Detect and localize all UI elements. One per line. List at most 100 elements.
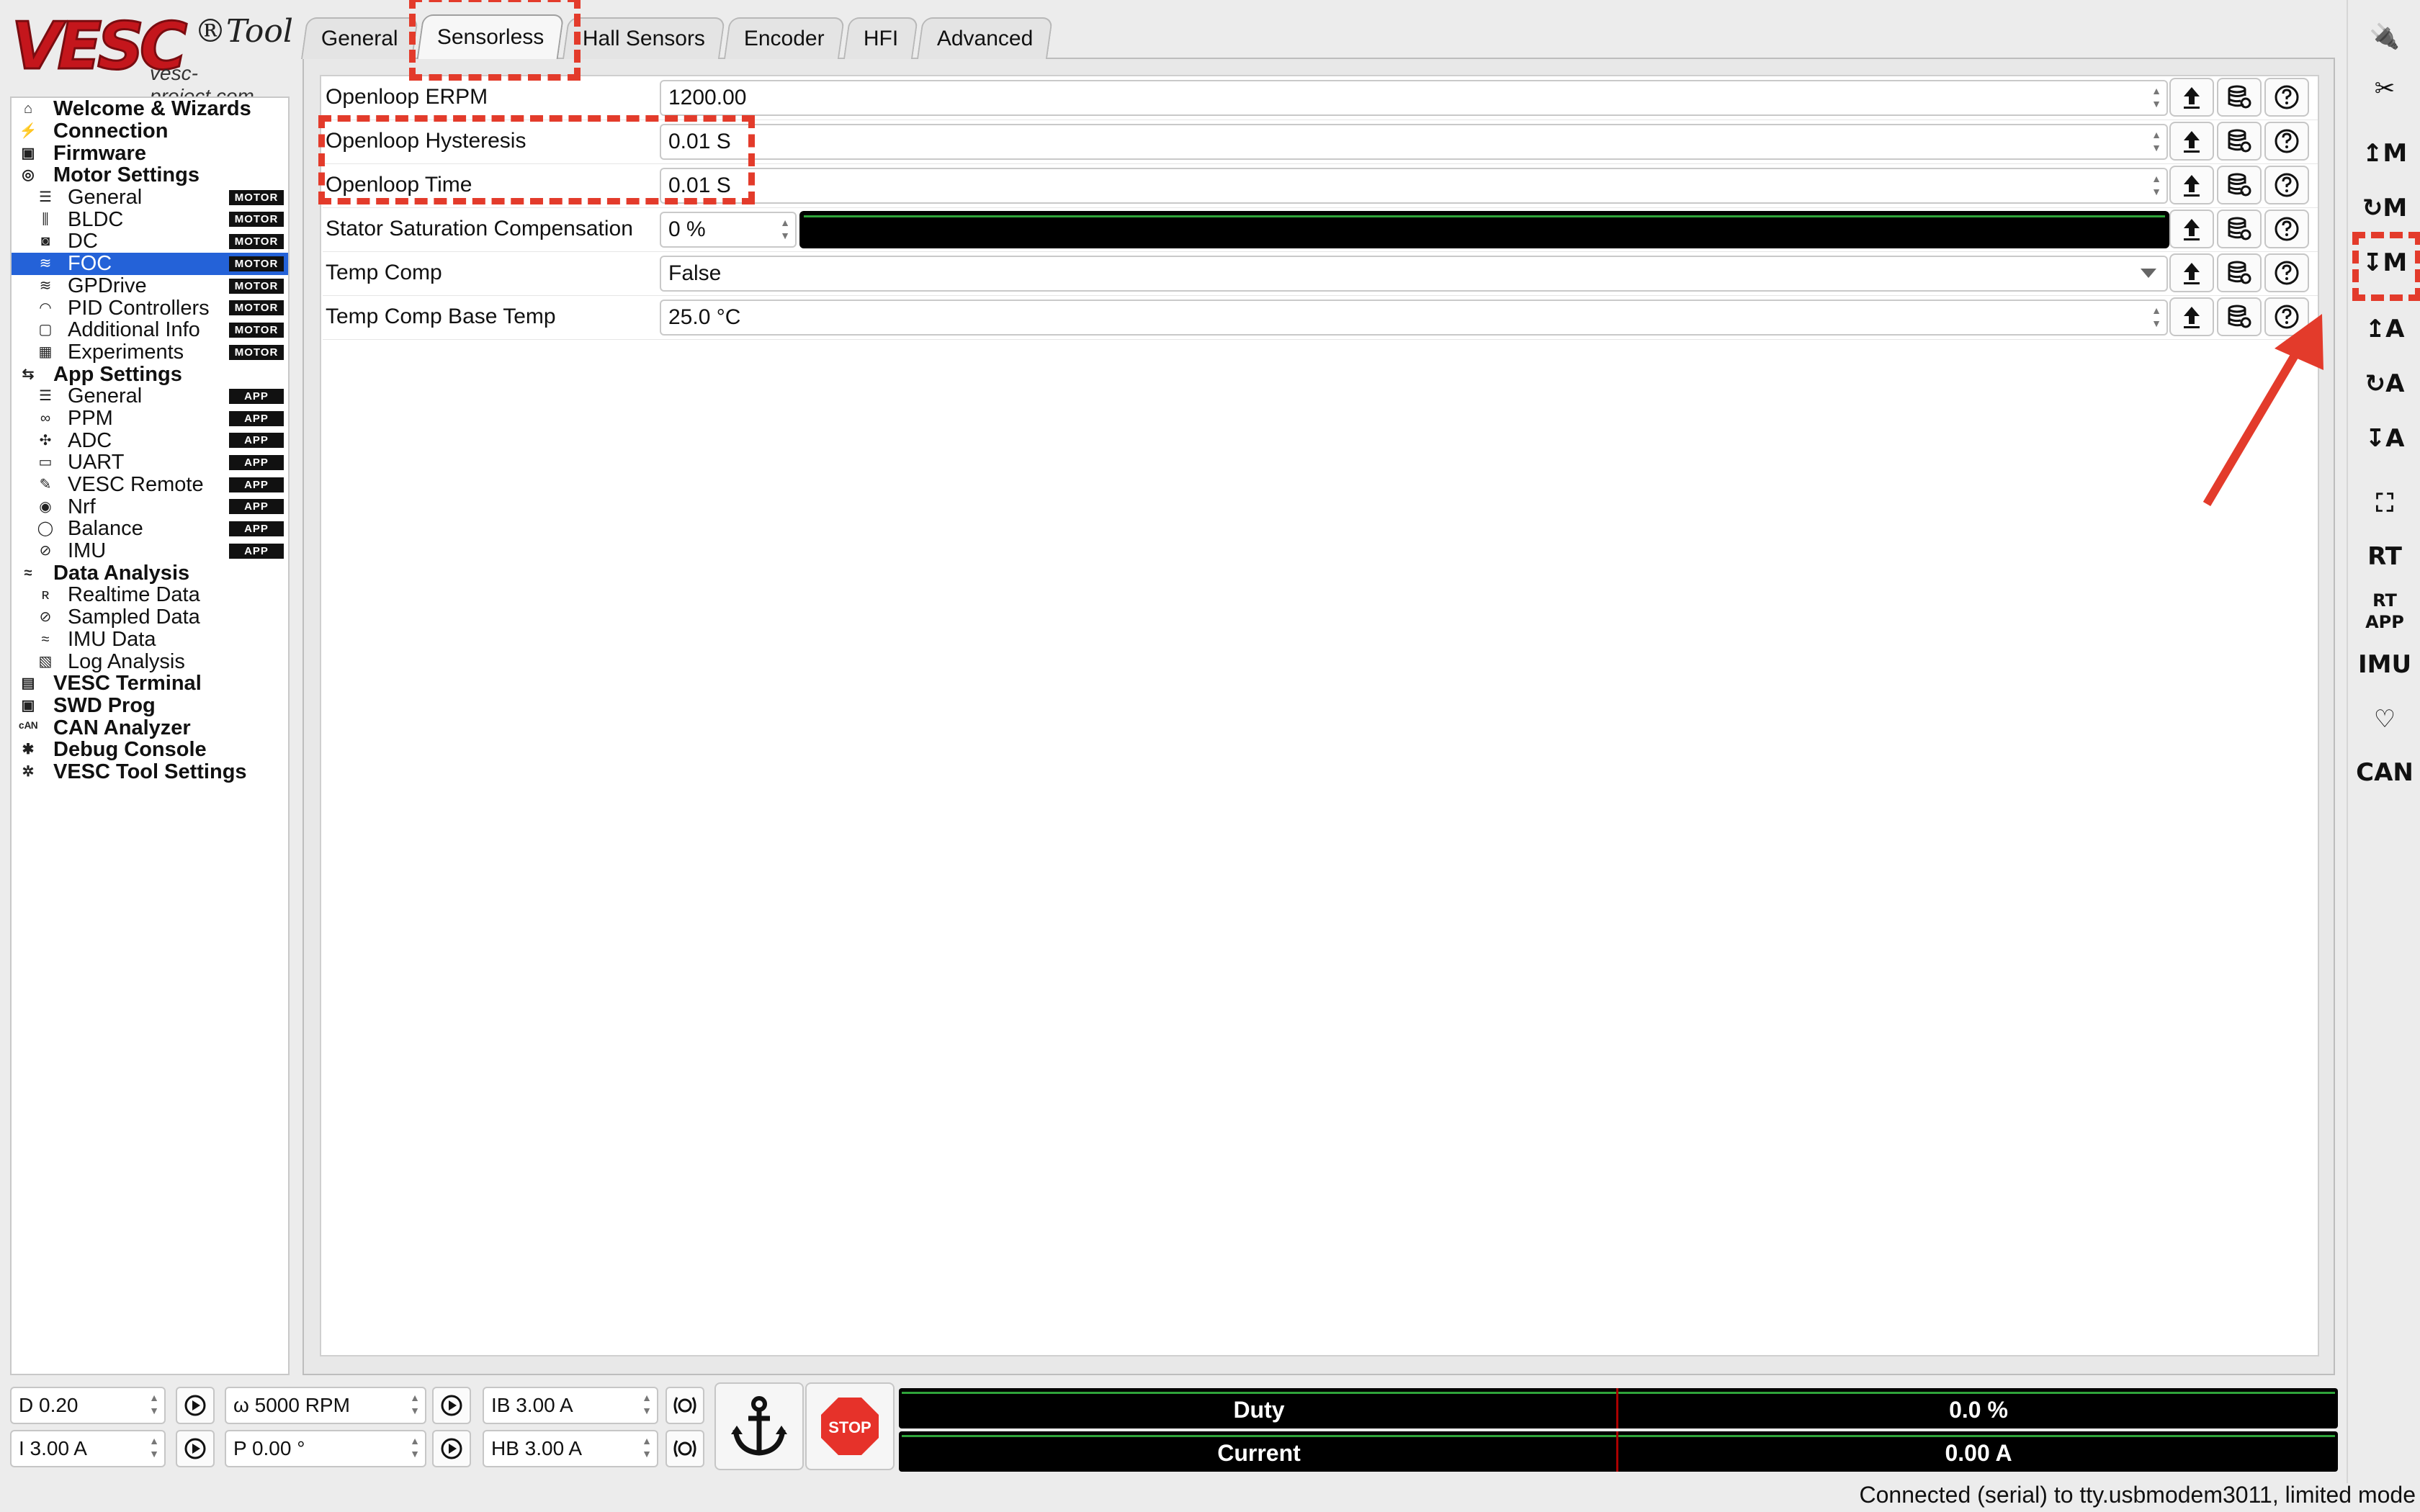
position-input[interactable]: P 0.00 ° ▲ ▼ (225, 1430, 426, 1467)
nav-item-general[interactable]: ☰ General MOTOR (12, 186, 288, 209)
brake-current-input[interactable]: IB 3.00 A ▲ ▼ (483, 1387, 658, 1424)
heartbeat-button[interactable]: ♡ (2361, 696, 2408, 743)
read-default-param-button[interactable] (2217, 253, 2262, 292)
nav-item-uart[interactable]: ▭ UART APP (12, 451, 288, 474)
write-param-button[interactable] (2169, 166, 2214, 204)
set-handbrake-button[interactable] (666, 1430, 704, 1467)
nav-item-data-analysis[interactable]: ≈ Data Analysis (12, 562, 288, 584)
tab-general[interactable]: General (300, 17, 418, 59)
nav-item-app-settings[interactable]: ⇆ App Settings (12, 363, 288, 385)
openloop-erpm-input[interactable]: 1200.00 ▲ ▼ (660, 80, 2168, 116)
value-stepper[interactable]: ▲ ▼ (2149, 84, 2164, 112)
nav-item-label: VESC Tool Settings (53, 760, 247, 783)
nav-item-additional-info[interactable]: ▢ Additional Info MOTOR (12, 319, 288, 341)
read-default-param-button[interactable] (2217, 166, 2262, 204)
can-forward-button[interactable]: CAN (2356, 749, 2414, 796)
set-speed-button[interactable] (432, 1387, 471, 1424)
nav-item-motor-settings[interactable]: ◎ Motor Settings (12, 164, 288, 186)
disconnect-button[interactable]: ✂ (2361, 65, 2408, 112)
set-position-button[interactable] (432, 1430, 471, 1467)
nav-item-firmware[interactable]: ▣ Firmware (12, 142, 288, 164)
nav-item-nrf[interactable]: ◉ Nrf APP (12, 495, 288, 518)
nav-item-debug-console[interactable]: ✱ Debug Console (12, 739, 288, 761)
set-current-button[interactable] (176, 1430, 215, 1467)
nav-item-sampled-data[interactable]: ⊘ Sampled Data (12, 606, 288, 629)
stator-saturation-compensation-slider[interactable] (799, 211, 2169, 248)
balance-icon: ◯ (37, 521, 54, 537)
handbrake-stepper[interactable]: ▲ ▼ (640, 1434, 654, 1462)
nav-item-ppm[interactable]: ∞ PPM APP (12, 408, 288, 430)
nav-item-imu[interactable]: ⊘ IMU APP (12, 540, 288, 562)
nav-item-dc[interactable]: ◙ DC MOTOR (12, 230, 288, 253)
value-stepper[interactable]: ▲ ▼ (778, 216, 792, 243)
can-devices-button[interactable]: ⛶ (2361, 480, 2408, 527)
write-motor-config-button[interactable]: ↥M (2361, 130, 2408, 177)
brake-stepper[interactable]: ▲ ▼ (640, 1391, 654, 1418)
position-stepper[interactable]: ▲ ▼ (408, 1434, 422, 1462)
set-duty-button[interactable] (176, 1387, 215, 1424)
nav-item-can-analyzer[interactable]: ᶜᴬᴺ CAN Analyzer (12, 716, 288, 739)
nav-item-vesc-remote[interactable]: ✎ VESC Remote APP (12, 474, 288, 496)
value-stepper[interactable]: ▲ ▼ (2149, 172, 2164, 199)
write-param-button[interactable] (2169, 253, 2214, 292)
nav-item-connection[interactable]: ⚡ Connection (12, 120, 288, 143)
temp-comp-base-temp-input[interactable]: 25.0 °C ▲ ▼ (660, 300, 2168, 336)
nav-item-label: Data Analysis (53, 561, 190, 585)
duty-input[interactable]: D 0.20 ▲ ▼ (10, 1387, 166, 1424)
nav-item-general[interactable]: ☰ General APP (12, 385, 288, 408)
connect-button[interactable]: 🔌 (2361, 13, 2408, 60)
nav-item-pid-controllers[interactable]: ◠ PID Controllers MOTOR (12, 297, 288, 319)
current-stepper[interactable]: ▲ ▼ (147, 1434, 161, 1462)
nav-item-label: Realtime Data (68, 583, 200, 607)
write-app-config-button[interactable]: ↥A (2361, 305, 2408, 353)
read-motor-config-button[interactable]: ↻M (2361, 184, 2408, 232)
nav-item-welcome-wizards[interactable]: ⌂ Welcome & Wizards (12, 98, 288, 120)
read-default-param-button[interactable] (2217, 210, 2262, 248)
nav-item-vesc-tool-settings[interactable]: ✲ VESC Tool Settings (12, 761, 288, 783)
duty-stepper[interactable]: ▲ ▼ (147, 1391, 161, 1418)
nav-item-imu-data[interactable]: ≈ IMU Data (12, 629, 288, 651)
tab-encoder[interactable]: Encoder (724, 17, 846, 59)
set-brake-button[interactable] (666, 1387, 704, 1424)
anchor-button[interactable] (714, 1382, 804, 1470)
write-param-button[interactable] (2169, 210, 2214, 248)
nav-item-vesc-terminal[interactable]: ▤ VESC Terminal (12, 672, 288, 695)
openloop-hysteresis-input[interactable]: 0.01 S ▲ ▼ (660, 124, 2168, 160)
nav-item-experiments[interactable]: ▦ Experiments MOTOR (12, 341, 288, 364)
write-param-button[interactable] (2169, 122, 2214, 161)
help-param-button[interactable] (2264, 122, 2309, 161)
help-param-button[interactable] (2264, 253, 2309, 292)
nav-item-adc[interactable]: ✣ ADC APP (12, 429, 288, 451)
imu-stream-button[interactable]: IMU (2358, 641, 2411, 688)
handbrake-input[interactable]: HB 3.00 A ▲ ▼ (483, 1430, 658, 1467)
realtime-app-data-button[interactable]: RT APP (2361, 588, 2408, 635)
help-param-button[interactable] (2264, 166, 2309, 204)
help-param-button[interactable] (2264, 210, 2309, 248)
current-input[interactable]: I 3.00 A ▲ ▼ (10, 1430, 166, 1467)
value-stepper[interactable]: ▲ ▼ (2149, 128, 2164, 156)
write-param-button[interactable] (2169, 78, 2214, 117)
value-stepper[interactable]: ▲ ▼ (2149, 304, 2164, 331)
stator-saturation-compensation-input[interactable]: 0 % ▲ ▼ (660, 212, 797, 248)
nav-item-gpdrive[interactable]: ≋ GPDrive MOTOR (12, 275, 288, 297)
realtime-data-button[interactable]: RT (2361, 533, 2408, 580)
nav-item-swd-prog[interactable]: ▣ SWD Prog (12, 695, 288, 717)
openloop-time-input[interactable]: 0.01 S ▲ ▼ (660, 168, 2168, 204)
read-default-app-config-button[interactable]: ↧A (2361, 415, 2408, 462)
speed-stepper[interactable]: ▲ ▼ (408, 1391, 422, 1418)
speed-input[interactable]: ω 5000 RPM ▲ ▼ (225, 1387, 426, 1424)
nav-item-realtime-data[interactable]: ʀ Realtime Data (12, 584, 288, 606)
read-default-param-button[interactable] (2217, 122, 2262, 161)
help-param-button[interactable] (2264, 78, 2309, 117)
tab-hfi[interactable]: HFI (843, 17, 919, 59)
stop-button[interactable]: STOP (805, 1382, 895, 1470)
read-app-config-button[interactable]: ↻A (2361, 360, 2408, 408)
temp-comp-dropdown[interactable]: False (660, 256, 2168, 292)
nav-item-balance[interactable]: ◯ Balance APP (12, 518, 288, 540)
read-default-param-button[interactable] (2217, 78, 2262, 117)
nav-item-log-analysis[interactable]: ▧ Log Analysis (12, 650, 288, 672)
nav-item-bldc[interactable]: ⫼ BLDC MOTOR (12, 208, 288, 230)
tab-hall-sensors[interactable]: Hall Sensors (563, 17, 726, 59)
tab-advanced[interactable]: Advanced (917, 17, 1054, 59)
nav-item-foc[interactable]: ≋ FOC MOTOR (12, 252, 288, 275)
